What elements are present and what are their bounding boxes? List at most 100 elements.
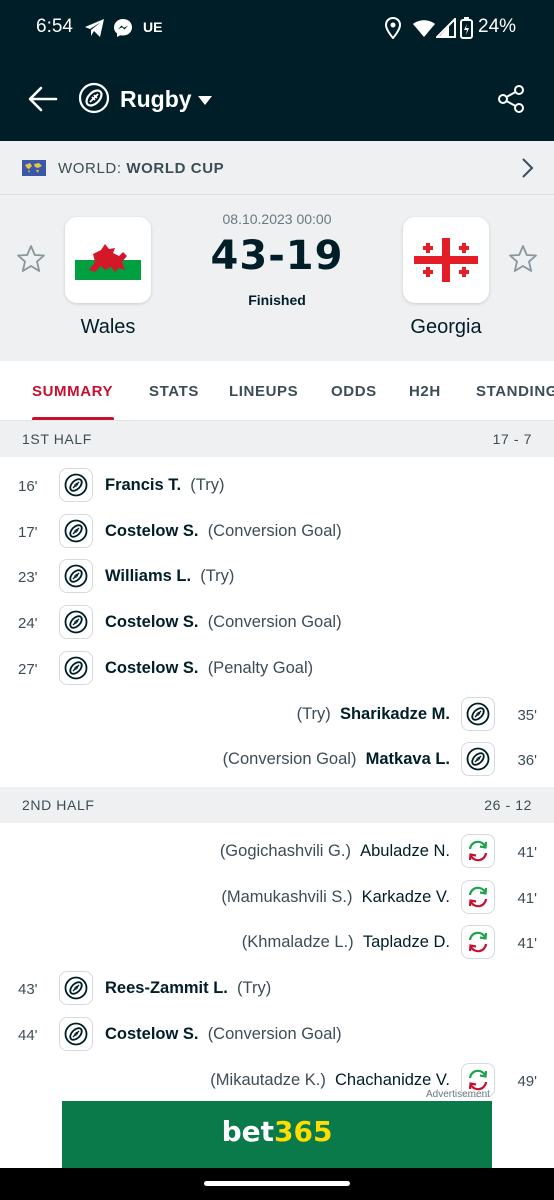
tab-odds[interactable]: ODDS xyxy=(331,383,377,400)
incident-minute: 49' xyxy=(517,1072,537,1090)
georgia-flag-icon xyxy=(414,238,478,282)
away-team-logo[interactable] xyxy=(403,217,489,303)
incident-text: (Mamukashvili S.) Karkadze V. xyxy=(221,888,450,907)
section-score: 26 - 12 xyxy=(484,797,532,813)
incident-detail: (Conversion Goal) xyxy=(222,750,357,769)
tab-stats[interactable]: STATS xyxy=(149,383,199,400)
status-bar: 6:54 UE 24% xyxy=(0,0,554,56)
home-team-name[interactable]: Wales xyxy=(43,316,173,339)
section-title: 1ST HALF xyxy=(22,431,92,447)
chevron-right-icon[interactable] xyxy=(520,157,534,184)
incident-detail: (Penalty Goal) xyxy=(207,658,314,677)
incident-row: 36' (Conversion Goal) Matkava L. xyxy=(0,738,554,784)
dropdown-caret-icon[interactable] xyxy=(197,93,213,105)
player-name[interactable]: Tapladze D. xyxy=(363,933,450,951)
player-name[interactable]: Williams L. xyxy=(105,567,191,585)
favorite-home-star-icon[interactable] xyxy=(16,244,46,274)
incident-text: (Conversion Goal) Matkava L. xyxy=(223,750,450,769)
incident-row: 41' (Mamukashvili S.) Karkadze V. xyxy=(0,876,554,922)
incident-text: Costelow S. (Conversion Goal) xyxy=(105,1025,342,1044)
incident-detail: (Mikautadze K.) xyxy=(210,1070,326,1089)
app-header: 6:54 UE 24% Rugby xyxy=(0,0,554,141)
rugby-ball-icon xyxy=(59,650,93,685)
incident-text: Williams L. (Try) xyxy=(105,567,234,586)
incident-text: Costelow S. (Penalty Goal) xyxy=(105,659,313,678)
player-name[interactable]: Costelow S. xyxy=(105,613,199,631)
player-name[interactable]: Rees-Zammit L. xyxy=(105,979,228,997)
ad-label: Advertisement xyxy=(426,1089,490,1100)
section-title: 2ND HALF xyxy=(22,797,95,813)
player-name[interactable]: Abuladze N. xyxy=(360,842,450,860)
player-name[interactable]: Francis T. xyxy=(105,476,181,494)
wifi-icon xyxy=(412,17,436,39)
tab-standings[interactable]: STANDINGS xyxy=(476,383,554,400)
incident-minute: 43' xyxy=(18,981,38,999)
player-name[interactable]: Chachanidze V. xyxy=(335,1071,450,1089)
rugby-ball-icon xyxy=(59,468,93,502)
incident-text: Costelow S. (Conversion Goal) xyxy=(105,613,342,632)
ad-brand-logo: bet365 xyxy=(221,1115,333,1148)
wales-flag-icon xyxy=(75,240,141,280)
incident-minute: 41' xyxy=(517,935,537,953)
tab-summary[interactable]: SUMMARY xyxy=(32,383,113,400)
sport-selector[interactable]: Rugby xyxy=(120,86,192,113)
incident-text: (Mikautadze K.) Chachanidze V. xyxy=(210,1071,450,1090)
incident-text: (Khmaladze L.) Tapladze D. xyxy=(242,933,450,952)
incident-detail: (Conversion Goal) xyxy=(207,521,342,540)
world-flag-icon xyxy=(22,160,46,176)
player-name[interactable]: Costelow S. xyxy=(105,522,199,540)
tab-lineups[interactable]: LINEUPS xyxy=(229,383,298,400)
incident-minute: 27' xyxy=(18,660,38,678)
incident-detail: (Conversion Goal) xyxy=(207,613,342,632)
incident-minute: 23' xyxy=(18,569,38,587)
incident-minute: 24' xyxy=(18,615,38,633)
player-name[interactable]: Karkadze V. xyxy=(362,888,450,906)
competition-name: WORLD: WORLD CUP xyxy=(58,160,225,177)
rugby-ball-icon xyxy=(461,696,495,731)
player-name[interactable]: Sharikadze M. xyxy=(340,705,450,723)
incident-row: 17' Costelow S. (Conversion Goal) xyxy=(0,510,554,556)
incident-detail: (Conversion Goal) xyxy=(207,1024,342,1043)
messenger-icon xyxy=(112,17,134,39)
incident-text: (Try) Sharikadze M. xyxy=(297,705,450,724)
player-name[interactable]: Matkava L. xyxy=(366,750,450,768)
substitution-icon xyxy=(461,834,495,868)
incident-minute: 41' xyxy=(517,844,537,861)
incident-minute: 35' xyxy=(517,706,537,724)
match-tabs: SUMMARY STATS LINEUPS ODDS H2H STANDINGS xyxy=(0,361,554,421)
competition-bar[interactable]: WORLD: WORLD CUP xyxy=(0,141,554,195)
incident-detail: (Mamukashvili S.) xyxy=(221,887,353,906)
location-icon xyxy=(385,17,401,39)
home-gesture-bar[interactable] xyxy=(204,1181,350,1186)
incident-detail: (Try) xyxy=(200,567,235,586)
substitution-icon xyxy=(461,925,495,960)
back-arrow-icon[interactable] xyxy=(26,82,60,116)
incident-text: Francis T. (Try) xyxy=(105,476,225,495)
cell-signal-icon xyxy=(436,17,456,39)
battery-icon xyxy=(460,17,473,39)
telegram-icon xyxy=(84,17,106,39)
incident-minute: 44' xyxy=(18,1026,38,1044)
away-team-name[interactable]: Georgia xyxy=(381,316,511,339)
share-icon[interactable] xyxy=(496,84,526,114)
incident-text: Rees-Zammit L. (Try) xyxy=(105,979,271,998)
home-team-logo[interactable] xyxy=(65,217,151,303)
incident-text: (Gogichashvili G.) Abuladze N. xyxy=(220,842,450,861)
battery-percent: 24% xyxy=(478,16,517,37)
rugby-ball-icon xyxy=(59,559,93,594)
incident-row: 43' Rees-Zammit L. (Try) xyxy=(0,967,554,1013)
favorite-away-star-icon[interactable] xyxy=(508,244,538,274)
match-status: Finished xyxy=(248,292,306,308)
rugby-ball-icon xyxy=(59,971,93,1006)
incident-detail: (Khmaladze L.) xyxy=(241,933,354,952)
advertisement-banner[interactable]: bet365 xyxy=(62,1101,492,1171)
incident-row: 23' Williams L. (Try) xyxy=(0,555,554,601)
player-name[interactable]: Costelow S. xyxy=(105,659,199,677)
incident-detail: (Try) xyxy=(296,704,331,723)
incident-row: 41' (Khmaladze L.) Tapladze D. xyxy=(0,921,554,967)
tab-h2h[interactable]: H2H xyxy=(409,383,441,400)
match-score: 43-19 xyxy=(210,233,344,279)
carrier-badge: UE xyxy=(143,19,163,35)
player-name[interactable]: Costelow S. xyxy=(105,1025,199,1043)
rugby-ball-icon xyxy=(59,513,93,548)
